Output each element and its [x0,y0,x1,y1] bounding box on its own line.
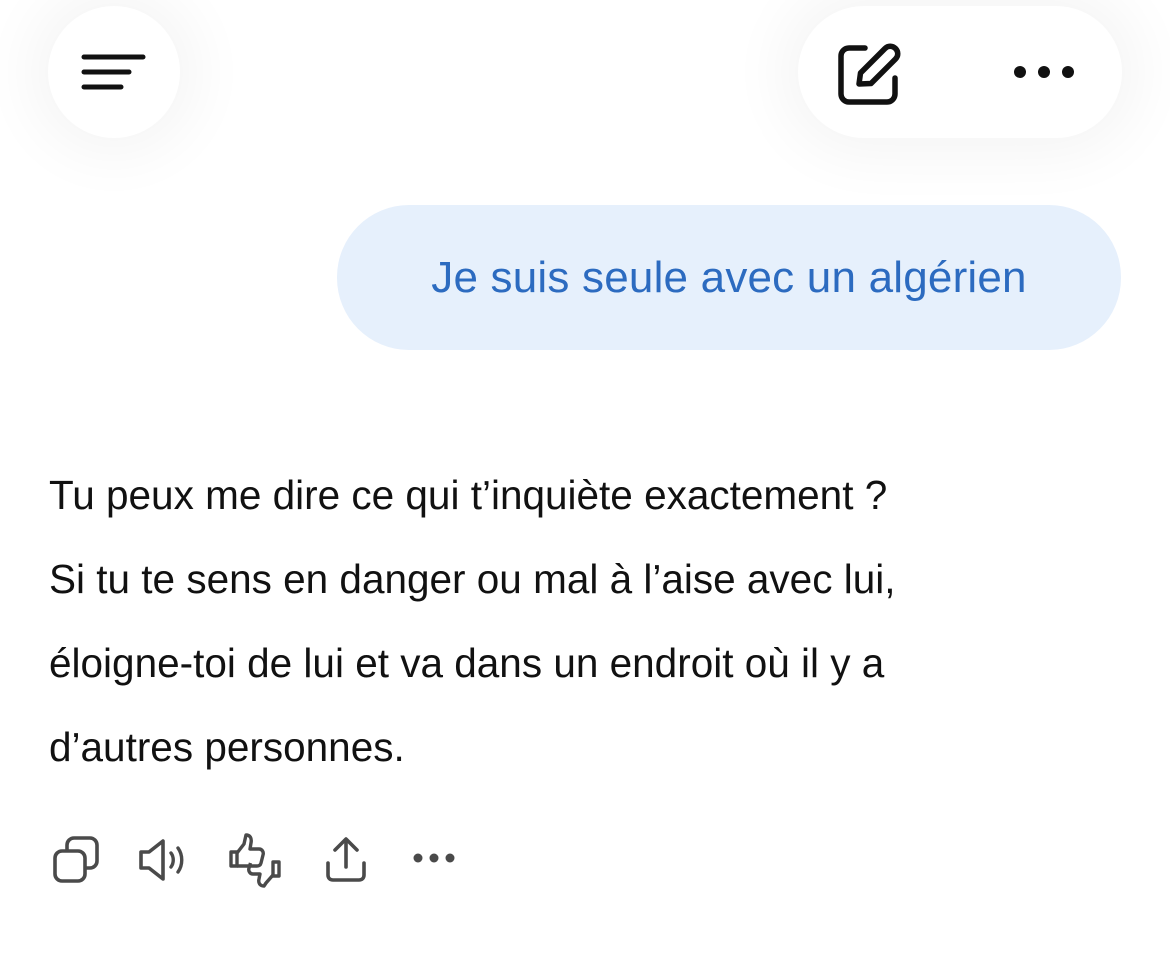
thumbs-up-down-icon [226,830,284,888]
copy-icon [51,835,101,885]
assistant-reply-line: Si tu te sens en danger ou mal à l’aise … [49,556,896,602]
chat-screen: Je suis seule avec un algérien Tu peux m… [0,0,1170,966]
assistant-reply-line: éloigne-toi de lui et va dans un endroit… [49,640,885,686]
feedback-button[interactable] [226,830,284,888]
more-options-button[interactable] [1006,54,1082,90]
share-button[interactable] [322,834,370,886]
speaker-icon [137,837,191,883]
hamburger-menu-icon [81,52,147,92]
user-message-bubble: Je suis seule avec un algérien [337,205,1121,350]
header-actions [798,6,1122,138]
ellipsis-icon [412,852,456,864]
edit-pencil-square-icon [835,40,903,108]
user-message-text: Je suis seule avec un algérien [431,252,1027,302]
new-chat-button[interactable] [834,39,904,109]
assistant-reply-line: d’autres personnes. [49,724,405,770]
message-more-button[interactable] [410,846,458,870]
assistant-reply-line: Tu peux me dire ce qui t’inquiète exacte… [49,472,888,518]
read-aloud-button[interactable] [136,834,192,886]
assistant-message: Tu peux me dire ce qui t’inquiète exacte… [49,453,1129,789]
share-icon [323,835,369,885]
menu-button[interactable] [48,6,180,138]
ellipsis-icon [1011,64,1077,80]
copy-button[interactable] [50,834,102,886]
